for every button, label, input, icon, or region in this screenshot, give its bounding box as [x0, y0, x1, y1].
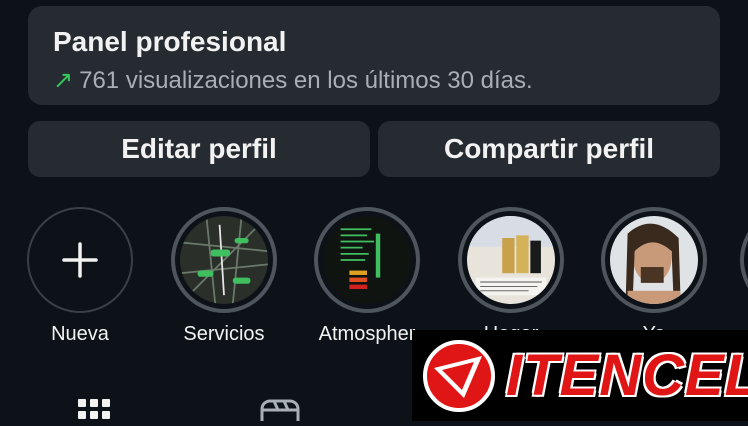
- highlight-cover-map: [180, 216, 268, 304]
- itencel-watermark-logo: ITENCEL: [412, 330, 748, 421]
- plus-icon: [62, 242, 98, 278]
- professional-dashboard-card[interactable]: Panel profesional ↗ 761 visualizaciones e…: [28, 6, 720, 105]
- highlight-overflow[interactable]: [740, 207, 748, 313]
- reels-icon[interactable]: [260, 399, 300, 426]
- highlight-hogar[interactable]: Hogar: [453, 207, 569, 346]
- dashboard-stats: ↗ 761 visualizaciones en los últimos 30 d…: [53, 66, 533, 95]
- dashboard-title: Panel profesional: [53, 26, 287, 57]
- edit-profile-button[interactable]: Editar perfil: [28, 121, 370, 177]
- highlight-servicios[interactable]: Servicios: [166, 207, 282, 346]
- highlight-cover-products: [467, 216, 555, 304]
- itencel-wordmark: ITENCEL: [506, 343, 748, 408]
- highlight-label: Servicios: [183, 323, 265, 345]
- itencel-emblem-icon: [423, 340, 495, 412]
- highlight-cover-portrait: [610, 216, 698, 304]
- highlight-cover-chart: [323, 216, 411, 304]
- grid-icon[interactable]: [78, 399, 110, 426]
- highlight-atmospher[interactable]: Atmospher: [309, 207, 425, 346]
- highlight-yo[interactable]: Yo: [596, 207, 712, 346]
- highlight-new[interactable]: Nueva: [22, 207, 138, 346]
- highlight-label: Atmospher: [318, 323, 416, 345]
- new-highlight-circle[interactable]: [27, 207, 133, 313]
- dashboard-stats-text: 761 visualizaciones en los últimos 30 dí…: [79, 67, 533, 94]
- share-profile-button[interactable]: Compartir perfil: [378, 121, 720, 177]
- highlight-label: Nueva: [51, 323, 109, 345]
- trend-up-icon: ↗: [53, 67, 74, 94]
